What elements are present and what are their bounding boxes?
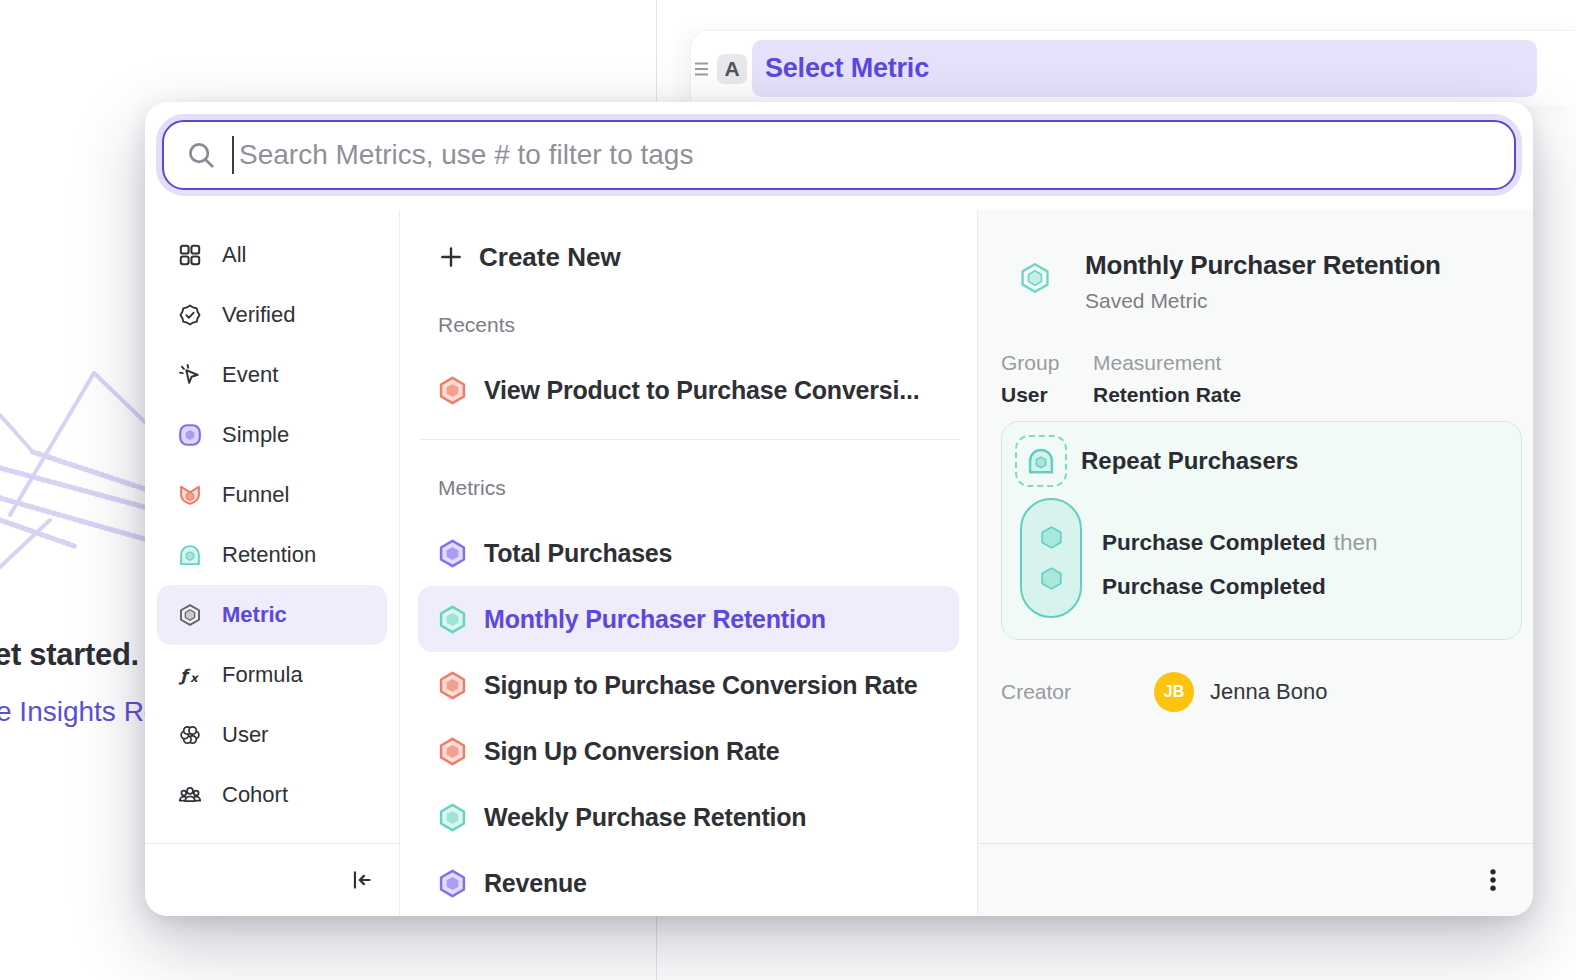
sidebar-item-label: Cohort: [222, 782, 288, 808]
metric-definition-card: Repeat Purchasers Purchase Completed: [1001, 421, 1522, 640]
sidebar-item-simple[interactable]: Simple: [157, 405, 387, 465]
drag-handle-icon[interactable]: [694, 61, 709, 77]
metric-list-item-selected[interactable]: Monthly Purchaser Retention: [418, 586, 959, 652]
metric-list-panel: Create New Recents View Product to Purch…: [400, 210, 977, 916]
user-profiles-icon: [177, 722, 203, 748]
plus-icon: [438, 244, 464, 270]
sidebar-item-cohort[interactable]: Cohort: [157, 765, 387, 825]
sidebar-item-label: Simple: [222, 422, 289, 448]
step-hexagon-icon: [1038, 565, 1065, 592]
measurement-value: Retention Rate: [1093, 383, 1241, 407]
metric-name: Revenue: [484, 869, 587, 898]
group-value: User: [1001, 383, 1093, 407]
sidebar-item-label: User: [222, 722, 268, 748]
metric-name: View Product to Purchase Conversi...: [484, 376, 920, 405]
sidebar-item-label: Verified: [222, 302, 295, 328]
step-hexagon-icon: [1038, 524, 1065, 551]
details-footer: [978, 843, 1533, 916]
sidebar-item-verified[interactable]: Verified: [157, 285, 387, 345]
svg-text:x: x: [190, 671, 200, 685]
sidebar-item-label: Formula: [222, 662, 303, 688]
details-subtitle: Saved Metric: [1085, 289, 1441, 313]
metric-name: Total Purchases: [484, 539, 672, 568]
metric-list-item[interactable]: Total Purchases: [418, 520, 959, 586]
sidebar-footer: [145, 843, 399, 916]
definition-name: Repeat Purchasers: [1081, 447, 1298, 475]
sidebar-item-metric[interactable]: Metric: [157, 585, 387, 645]
sidebar-item-funnel[interactable]: Funnel: [157, 465, 387, 525]
sidebar-item-label: Metric: [222, 602, 287, 628]
sidebar-item-retention[interactable]: Retention: [157, 525, 387, 585]
background-link-fragment[interactable]: e Insights Re: [0, 696, 159, 728]
metric-name: Monthly Purchaser Retention: [484, 605, 826, 634]
measurement-label: Measurement: [1093, 351, 1241, 375]
create-new-button[interactable]: Create New: [418, 226, 959, 288]
metric-list-item[interactable]: Revenue: [418, 850, 959, 916]
metrics-list: Total Purchases Monthly Purchaser Retent…: [400, 520, 977, 916]
collapse-sidebar-icon[interactable]: [349, 867, 375, 893]
metric-list-item[interactable]: Sign Up Conversion Rate: [418, 718, 959, 784]
sidebar-item-label: Event: [222, 362, 278, 388]
create-new-label: Create New: [479, 242, 621, 273]
cohort-people-icon: [177, 782, 203, 808]
saved-metric-icon: [177, 602, 203, 628]
formula-icon: ƒ x: [177, 662, 203, 688]
sidebar-item-label: Retention: [222, 542, 316, 568]
creator-row: Creator JB Jenna Bono: [1001, 672, 1533, 712]
metric-list-item[interactable]: Signup to Purchase Conversion Rate: [418, 652, 959, 718]
recents-heading: Recents: [438, 313, 977, 337]
metric-name: Sign Up Conversion Rate: [484, 737, 779, 766]
category-sidebar: All Verified Event: [145, 210, 400, 916]
details-title: Monthly Purchaser Retention: [1085, 250, 1441, 281]
retention-metric-icon: [177, 542, 203, 568]
group-label: Group: [1001, 351, 1093, 375]
sidebar-item-all[interactable]: All: [157, 225, 387, 285]
grid-icon: [177, 242, 203, 268]
decorative-chart-lines: [0, 365, 150, 605]
sidebar-item-label: All: [222, 242, 246, 268]
metric-hexagon-icon: [436, 735, 469, 768]
metric-hexagon-icon: [436, 801, 469, 834]
creator-avatar: JB: [1154, 672, 1194, 712]
metric-row-card: A Select Metric: [690, 30, 1576, 106]
retention-definition-icon: [1015, 435, 1067, 487]
metrics-heading: Metrics: [438, 476, 977, 500]
funnel-hexagon-icon: [436, 374, 469, 407]
metric-name: Weekly Purchase Retention: [484, 803, 806, 832]
step-2-event: Purchase Completed: [1102, 574, 1326, 600]
series-letter-badge: A: [717, 54, 747, 84]
verified-badge-icon: [177, 302, 203, 328]
metric-picker-modal: Search Metrics, use # to filter to tags …: [145, 102, 1533, 916]
metric-hexagon-icon-large: [1017, 260, 1053, 296]
sidebar-item-label: Funnel: [222, 482, 289, 508]
more-options-icon[interactable]: [1479, 866, 1507, 894]
select-metric-button[interactable]: Select Metric: [752, 40, 1537, 97]
step-connector: then: [1334, 530, 1378, 556]
recent-metric-item[interactable]: View Product to Purchase Conversi...: [418, 358, 959, 422]
search-placeholder: Search Metrics, use # to filter to tags: [239, 139, 693, 171]
sidebar-item-user[interactable]: User: [157, 705, 387, 765]
steps-capsule: [1020, 498, 1082, 618]
text-caret: [232, 136, 234, 174]
metric-hexagon-icon: [436, 603, 469, 636]
metric-name: Signup to Purchase Conversion Rate: [484, 671, 918, 700]
search-input[interactable]: Search Metrics, use # to filter to tags: [162, 120, 1516, 190]
funnel-metric-icon: [177, 482, 203, 508]
creator-name: Jenna Bono: [1210, 679, 1327, 705]
sidebar-item-formula[interactable]: ƒ x Formula: [157, 645, 387, 705]
simple-metric-icon: [177, 422, 203, 448]
creator-label: Creator: [1001, 680, 1154, 704]
metric-list-item[interactable]: Weekly Purchase Retention: [418, 784, 959, 850]
metric-hexagon-icon: [436, 867, 469, 900]
list-divider: [420, 439, 959, 440]
metric-hexagon-icon: [436, 669, 469, 702]
sidebar-item-event[interactable]: Event: [157, 345, 387, 405]
metric-details-panel: Monthly Purchaser Retention Saved Metric…: [977, 210, 1533, 916]
step-1-event: Purchase Completed: [1102, 530, 1326, 556]
search-icon: [186, 140, 216, 170]
select-metric-label: Select Metric: [765, 53, 929, 84]
metric-hexagon-icon: [436, 537, 469, 570]
background-headline-fragment: et started.: [0, 637, 139, 673]
event-cursor-icon: [177, 362, 203, 388]
